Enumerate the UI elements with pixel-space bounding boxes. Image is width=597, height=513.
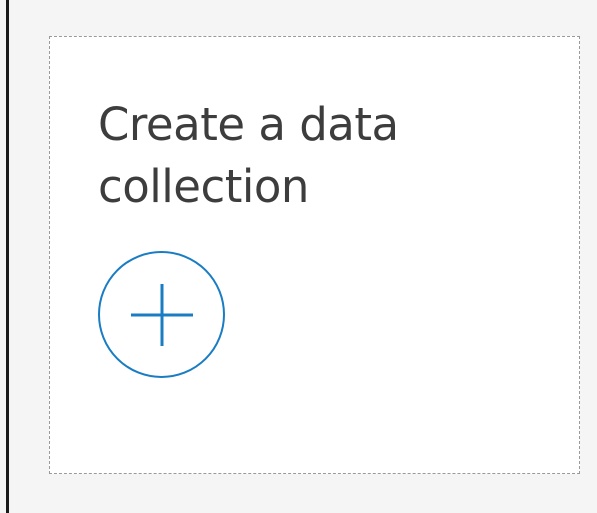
left-divider: [6, 0, 9, 513]
plus-icon: [130, 283, 193, 346]
add-collection-button[interactable]: [98, 251, 225, 378]
card-title: Create a data collection: [98, 98, 399, 213]
create-data-collection-card[interactable]: Create a data collection: [49, 36, 580, 474]
page: Create a data collection: [0, 0, 597, 513]
